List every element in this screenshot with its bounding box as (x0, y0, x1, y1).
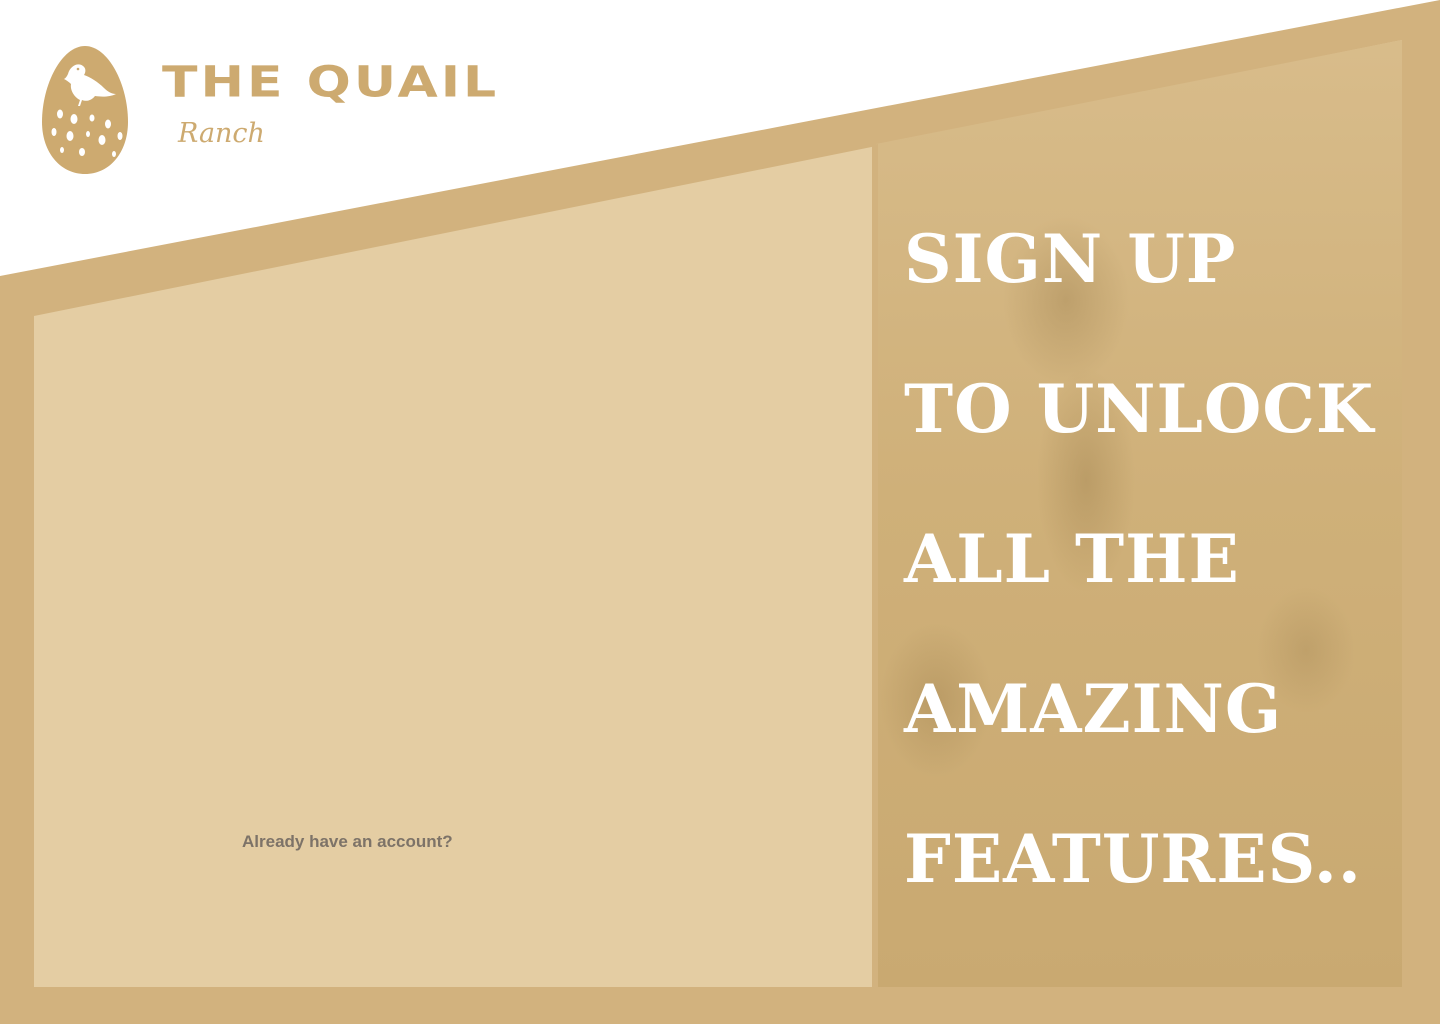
signup-headline: SIGN UP TO UNLOCK ALL THE AMAZING FEATUR… (904, 222, 1424, 972)
headline-line: SIGN UP (904, 220, 1237, 298)
headline-line: TO UNLOCK (904, 370, 1375, 448)
headline-line: AMAZING (904, 670, 1283, 748)
panel-divider (872, 144, 878, 987)
brand-logo[interactable]: THE QUAIL Ranch (40, 44, 600, 184)
signup-page: THE QUAIL Ranch SIGN UP TO UNLOCK ALL TH… (0, 0, 1440, 1024)
quail-egg-icon (42, 46, 128, 174)
login-link[interactable]: Already have an account? (242, 832, 453, 852)
headline-line: ALL THE (904, 520, 1240, 598)
headline-line: FEATURES.. (904, 820, 1362, 898)
brand-subtitle: Ranch (178, 118, 265, 149)
brand-title: THE QUAIL (162, 58, 500, 108)
